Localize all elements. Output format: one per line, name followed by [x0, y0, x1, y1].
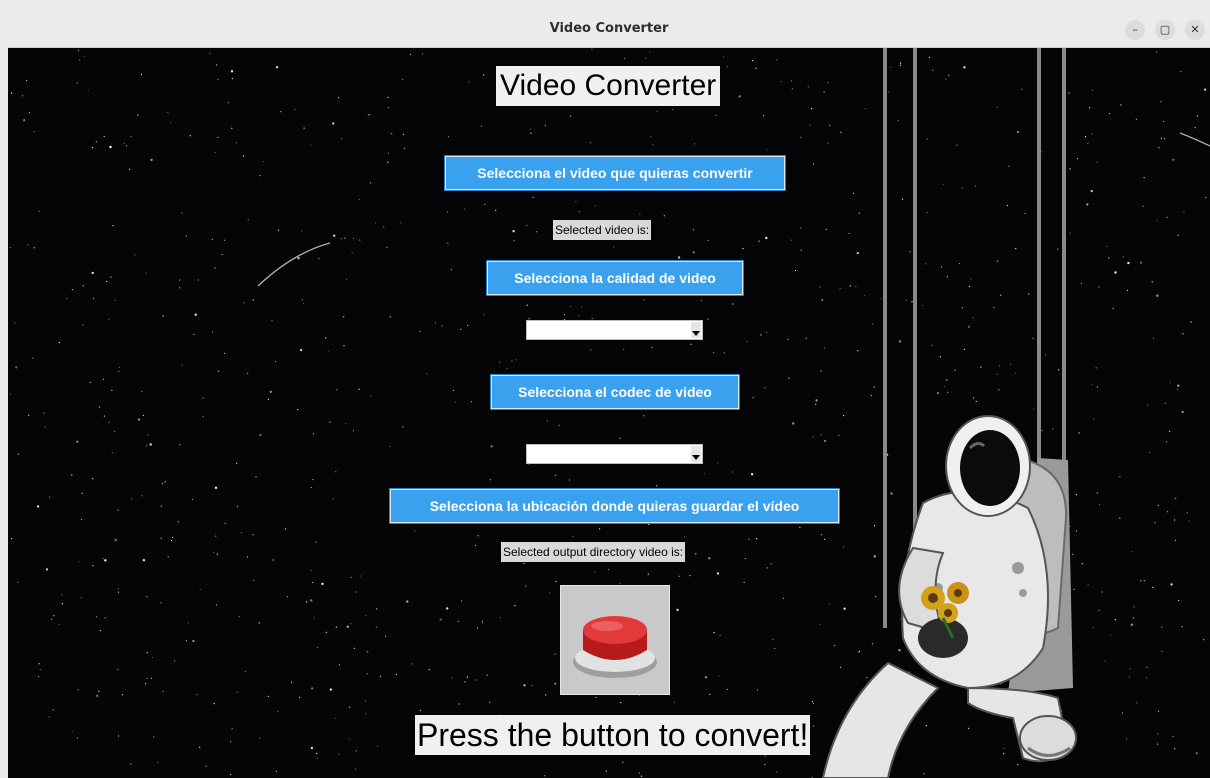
select-video-button[interactable]: Selecciona el video que quieras converti… [444, 155, 786, 191]
selected-video-label: Selected video is: [553, 220, 652, 240]
red-button-icon [573, 616, 657, 678]
select-quality-button[interactable]: Selecciona la calidad de video [486, 260, 744, 296]
chevron-down-icon[interactable] [691, 446, 701, 462]
quality-combobox[interactable] [526, 320, 703, 340]
convert-instruction: Press the button to convert! [415, 715, 811, 755]
page-title: Video Converter [496, 66, 721, 106]
minimize-button[interactable]: – [1125, 20, 1145, 40]
app-window: Video Converter – ▢ ✕ Video Converter Se… [0, 0, 1210, 778]
astronaut-illustration [821, 415, 1077, 778]
selected-output-label: Selected output directory video is: [501, 542, 686, 562]
close-button[interactable]: ✕ [1185, 20, 1205, 40]
window-title: Video Converter [549, 21, 669, 36]
convert-button[interactable] [560, 585, 670, 695]
maximize-button[interactable]: ▢ [1155, 20, 1175, 40]
select-codec-button[interactable]: Selecciona el codec de video [490, 374, 740, 410]
chevron-down-icon[interactable] [691, 322, 701, 338]
app-content: Video Converter Selecciona el video que … [8, 48, 1210, 778]
title-bar: Video Converter – ▢ ✕ [8, 10, 1210, 48]
select-output-location-button[interactable]: Selecciona la ubicación donde quieras gu… [389, 488, 840, 524]
codec-combobox[interactable] [526, 444, 703, 464]
